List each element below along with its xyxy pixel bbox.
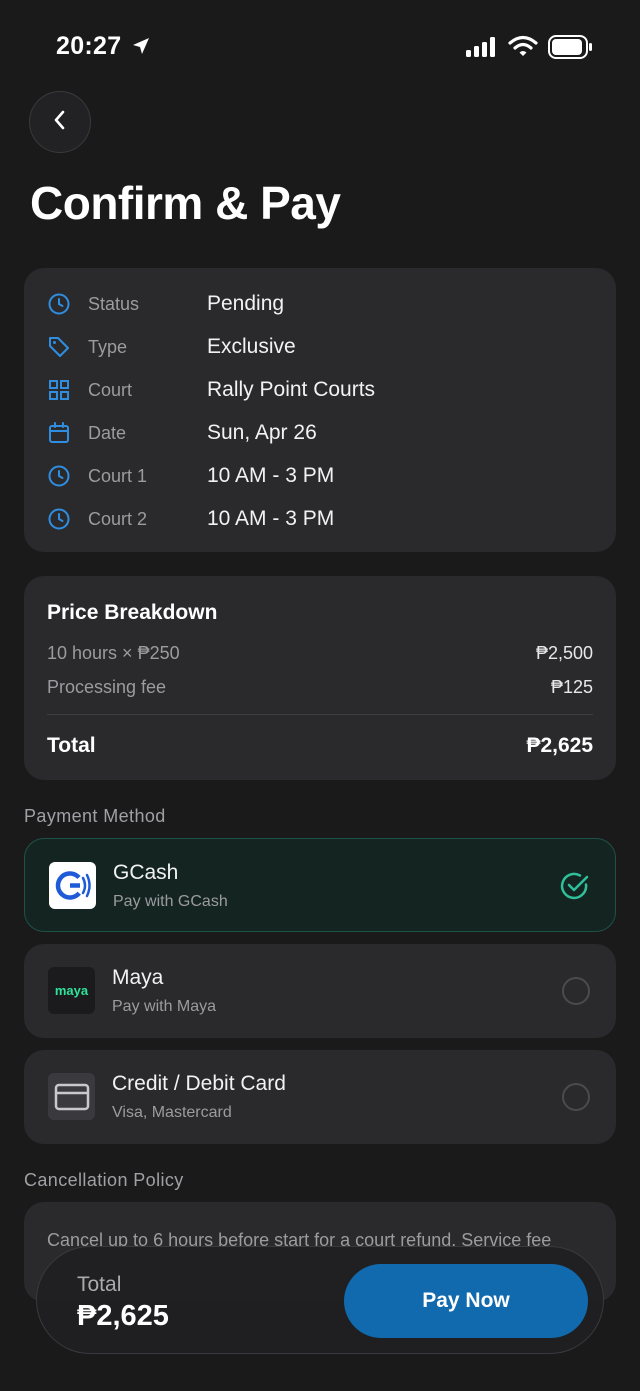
detail-value: Rally Point Courts bbox=[207, 378, 376, 401]
credit-card-icon bbox=[48, 1073, 95, 1120]
detail-value: Pending bbox=[207, 292, 285, 315]
detail-row-date: Date Sun, Apr 26 bbox=[24, 418, 616, 448]
payment-option-subtitle: Pay with Maya bbox=[112, 998, 217, 1015]
payment-method-label: Payment Method bbox=[24, 806, 166, 826]
price-row-label: 10 hours × ₱250 bbox=[47, 643, 180, 663]
cellular-signal-icon bbox=[466, 37, 498, 62]
location-arrow-icon bbox=[131, 36, 151, 61]
detail-row-status: Status Pending bbox=[24, 289, 616, 319]
gcash-logo bbox=[49, 862, 96, 909]
detail-row-type: Type Exclusive bbox=[24, 332, 616, 362]
price-breakdown-card: Price Breakdown 10 hours × ₱250 ₱2,500 P… bbox=[24, 576, 616, 780]
payment-option-card[interactable]: Credit / Debit Card Visa, Mastercard bbox=[24, 1050, 616, 1144]
payment-option-name: Credit / Debit Card bbox=[112, 1072, 286, 1095]
page-title: Confirm & Pay bbox=[30, 177, 341, 229]
clock-icon bbox=[47, 464, 71, 488]
divider bbox=[47, 714, 593, 715]
checkout-bar: Total ₱2,625 Pay Now bbox=[36, 1246, 604, 1354]
clock-icon bbox=[47, 507, 71, 531]
checkout-total-amount: ₱2,625 bbox=[77, 1300, 169, 1332]
price-breakdown-title: Price Breakdown bbox=[47, 601, 218, 624]
back-button[interactable] bbox=[29, 91, 91, 153]
payment-option-maya[interactable]: maya Maya Pay with Maya bbox=[24, 944, 616, 1038]
detail-label: Court 2 bbox=[88, 509, 148, 529]
pay-now-button[interactable]: Pay Now bbox=[344, 1264, 588, 1338]
grid-icon bbox=[47, 378, 71, 402]
payment-option-gcash[interactable]: GCash Pay with GCash bbox=[24, 838, 616, 932]
detail-label: Date bbox=[88, 423, 127, 443]
detail-value: 10 AM - 3 PM bbox=[207, 464, 335, 487]
status-time: 20:27 bbox=[56, 32, 122, 60]
detail-label: Court 1 bbox=[88, 466, 148, 486]
battery-icon bbox=[548, 35, 594, 64]
detail-label: Court bbox=[88, 380, 133, 400]
maya-logo-text: maya bbox=[54, 983, 89, 998]
detail-value: Sun, Apr 26 bbox=[207, 421, 317, 444]
price-row: Processing fee ₱125 bbox=[47, 677, 593, 701]
detail-value: Exclusive bbox=[207, 335, 296, 358]
detail-value: 10 AM - 3 PM bbox=[207, 507, 335, 530]
price-total-amount: ₱2,625 bbox=[526, 734, 593, 757]
status-bar: 20:27 bbox=[0, 0, 640, 90]
detail-row-court-1: Court 1 10 AM - 3 PM bbox=[24, 461, 616, 491]
checkout-total-label: Total bbox=[77, 1273, 122, 1296]
wifi-icon bbox=[508, 35, 538, 62]
price-row-amount: ₱125 bbox=[550, 677, 593, 697]
check-circle-icon bbox=[559, 870, 591, 907]
payment-option-subtitle: Pay with GCash bbox=[113, 893, 228, 910]
tag-icon bbox=[47, 335, 71, 359]
cancellation-policy-label: Cancellation Policy bbox=[24, 1170, 184, 1190]
clock-icon bbox=[47, 292, 71, 316]
payment-option-name: GCash bbox=[113, 861, 179, 884]
chevron-left-icon bbox=[52, 109, 68, 136]
price-row: 10 hours × ₱250 ₱2,500 bbox=[47, 643, 593, 667]
price-row-amount: ₱2,500 bbox=[535, 643, 593, 663]
price-row-label: Processing fee bbox=[47, 677, 167, 697]
calendar-icon bbox=[47, 421, 71, 445]
payment-option-name: Maya bbox=[112, 966, 164, 989]
detail-row-court: Court Rally Point Courts bbox=[24, 375, 616, 405]
detail-label: Status bbox=[88, 294, 140, 314]
booking-details-card: Status Pending Type Exclusive Court Rall… bbox=[24, 268, 616, 552]
price-total-row: Total ₱2,625 bbox=[47, 734, 593, 758]
price-total-label: Total bbox=[47, 734, 96, 757]
radio-button[interactable] bbox=[562, 1083, 590, 1111]
payment-option-subtitle: Visa, Mastercard bbox=[112, 1104, 232, 1121]
detail-row-court-2: Court 2 10 AM - 3 PM bbox=[24, 504, 616, 534]
radio-button[interactable] bbox=[562, 977, 590, 1005]
maya-logo: maya bbox=[48, 967, 95, 1014]
detail-label: Type bbox=[88, 337, 128, 357]
